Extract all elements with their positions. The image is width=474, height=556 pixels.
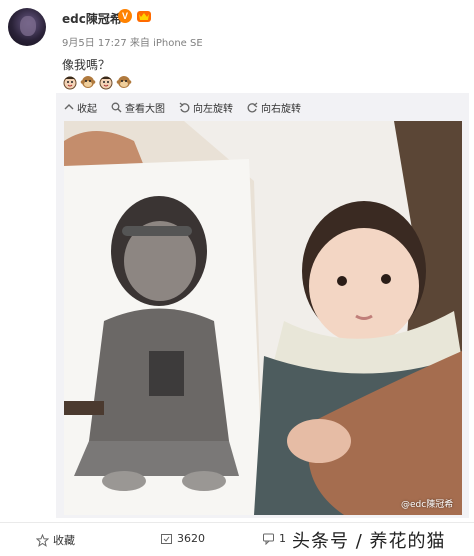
avatar[interactable] <box>8 8 46 46</box>
star-icon <box>36 533 49 547</box>
rotate-left-label: 向左旋转 <box>193 103 233 115</box>
view-large-button[interactable]: 查看大图 <box>111 100 165 115</box>
magnify-icon <box>111 102 122 112</box>
post-photo[interactable]: @edc陳冠希 <box>64 121 462 515</box>
username[interactable]: edc陳冠希 <box>62 10 122 27</box>
emoji-row <box>62 74 132 90</box>
comment-count: 1 <box>279 532 286 545</box>
rotate-left-button[interactable]: 向左旋转 <box>179 100 233 115</box>
favorite-label: 收藏 <box>53 534 75 547</box>
collapse-icon <box>64 104 74 110</box>
comment-icon <box>263 533 274 545</box>
rotate-right-icon <box>247 102 258 112</box>
repost-icon <box>161 534 172 544</box>
comment-button[interactable]: 1 <box>262 532 286 545</box>
repost-button[interactable]: 3620 <box>160 532 205 545</box>
monkey-icon <box>80 74 96 90</box>
media-toolbar: 收起 查看大图 向左旋转 向右旋转 <box>56 93 469 121</box>
monkey-icon <box>116 74 132 90</box>
cartoon-face-icon <box>98 74 114 90</box>
photo-illustration <box>64 121 462 515</box>
repost-count: 3620 <box>177 532 205 545</box>
verified-badge: V <box>118 9 132 23</box>
favorite-button[interactable]: 收藏 <box>36 532 75 548</box>
source-watermark: 头条号 / 养花的猫 <box>292 531 446 552</box>
media-panel: 收起 查看大图 向左旋转 向右旋转 @edc陳冠希 <box>56 93 469 518</box>
rotate-right-button[interactable]: 向右旋转 <box>247 100 301 115</box>
collapse-label: 收起 <box>77 103 97 115</box>
rotate-left-icon <box>179 102 190 112</box>
vip-badge-icon <box>136 8 152 23</box>
view-large-label: 查看大图 <box>125 103 165 115</box>
rotate-right-label: 向右旋转 <box>261 103 301 115</box>
post-text: 像我嗎？ <box>62 58 111 72</box>
collapse-button[interactable]: 收起 <box>64 100 97 115</box>
photo-watermark: @edc陳冠希 <box>401 500 454 510</box>
post-meta: 9月5日 17:27 来自 iPhone SE <box>62 38 203 49</box>
cartoon-face-icon <box>62 74 78 90</box>
